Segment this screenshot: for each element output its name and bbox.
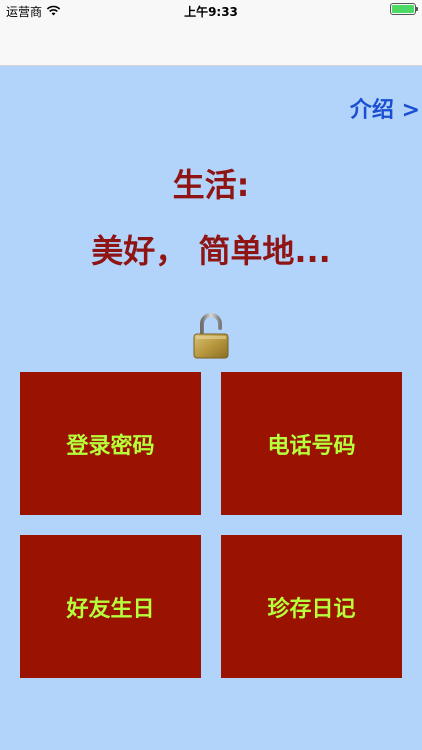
tile-label: 好友生日 xyxy=(66,596,155,622)
tile-label: 登录密码 xyxy=(66,433,155,459)
status-time: 上午9:33 xyxy=(184,5,238,19)
status-bar: 运营商 上午9:33 xyxy=(0,0,422,22)
headline-line-1: 生活: xyxy=(172,166,250,204)
friend-birthday-button[interactable]: 好友生日 xyxy=(20,535,201,678)
tile-label: 珍存日记 xyxy=(267,596,356,622)
headline-line-2: 美好， 简单地... xyxy=(91,232,331,270)
navigation-bar xyxy=(0,22,422,66)
battery-icon xyxy=(390,3,418,15)
login-password-button[interactable]: 登录密码 xyxy=(20,372,201,515)
diary-button[interactable]: 珍存日记 xyxy=(221,535,402,678)
tile-label: 电话号码 xyxy=(267,433,356,459)
intro-link[interactable]: 介绍 > xyxy=(350,92,420,124)
phone-number-button[interactable]: 电话号码 xyxy=(221,372,402,515)
battery-fill xyxy=(392,5,414,13)
unlocked-padlock-icon xyxy=(192,312,230,360)
battery-outline xyxy=(390,3,418,15)
